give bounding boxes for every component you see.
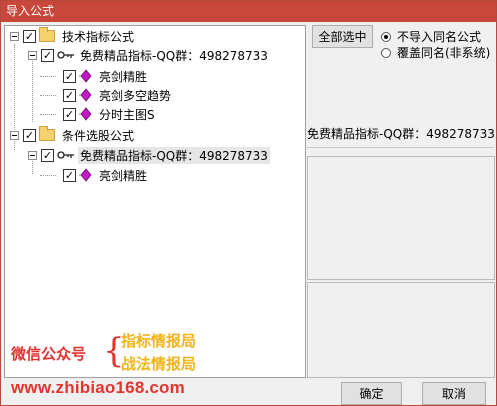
- tree-checkbox[interactable]: ✓: [63, 69, 76, 83]
- collapse-toggle-icon[interactable]: [10, 31, 19, 41]
- tree-folder-stock-screening[interactable]: ✓ 条件选股公式: [10, 126, 136, 144]
- tree-node-label: 分时主图S: [99, 107, 155, 122]
- selected-formula-info: 免费精品指标-QQ群：498278733: [307, 127, 495, 141]
- tree-item-fenshi-zhutu[interactable]: ✓ 分时主图S: [63, 105, 157, 123]
- cancel-button[interactable]: 取消: [422, 382, 486, 405]
- radio-overwrite-same-name[interactable]: 覆盖同名(非系统): [381, 44, 490, 61]
- promo-url: www.zhibiao168.com: [11, 378, 185, 397]
- tree-node-label: 亮剑精胜: [99, 69, 148, 84]
- tree-checkbox[interactable]: ✓: [23, 128, 36, 142]
- folder-icon: [39, 126, 55, 141]
- divider: [307, 147, 494, 148]
- tree-checkbox[interactable]: ✓: [63, 168, 76, 182]
- radio-button[interactable]: [381, 47, 391, 58]
- tree-item-liangjian-jingsheng-screening[interactable]: ✓ 亮剑精胜: [63, 166, 149, 184]
- key-icon: [57, 151, 74, 159]
- formula-gem-icon: [79, 107, 92, 121]
- tree-line: [40, 95, 56, 96]
- tree-item-free-premium[interactable]: ✓ 免费精品指标-QQ群：498278733: [28, 46, 270, 64]
- tree-line: [40, 76, 56, 77]
- select-all-button[interactable]: 全部选中: [312, 25, 373, 48]
- ok-button[interactable]: 确定: [341, 382, 402, 405]
- tree-checkbox[interactable]: ✓: [63, 88, 76, 102]
- collapse-toggle-icon[interactable]: [28, 50, 37, 60]
- import-formula-dialog: 导入公式 ✓ 技术指标公式 ✓ 免费精品指标-QQ群：498278733 ✓ 亮…: [0, 0, 497, 406]
- collapse-toggle-icon[interactable]: [10, 130, 19, 140]
- radio-skip-same-name[interactable]: 不导入同名公式: [381, 28, 481, 45]
- tree-node-label: 技术指标公式: [62, 29, 135, 44]
- folder-icon: [39, 27, 55, 42]
- tree-node-label: 免费精品指标-QQ群：498278733: [78, 146, 270, 164]
- formula-gem-icon: [79, 168, 92, 182]
- tree-node-label: 亮剑精胜: [99, 168, 148, 183]
- formula-tree[interactable]: ✓ 技术指标公式 ✓ 免费精品指标-QQ群：498278733 ✓ 亮剑精胜 ✓…: [4, 25, 306, 378]
- formula-gem-icon: [79, 88, 92, 102]
- radio-button[interactable]: [381, 31, 391, 42]
- tree-node-label: 亮剑多空趋势: [99, 88, 172, 103]
- promo-line-1: 指标情报局: [121, 332, 197, 350]
- radio-label: 不导入同名公式: [397, 30, 482, 44]
- collapse-toggle-icon[interactable]: [28, 150, 37, 160]
- promo-wechat-label: 微信公众号: [11, 345, 87, 363]
- tree-checkbox[interactable]: ✓: [23, 29, 36, 43]
- tree-node-label: 条件选股公式: [62, 128, 135, 143]
- formula-gem-icon: [79, 69, 92, 83]
- tree-item-free-premium-screening[interactable]: ✓ 免费精品指标-QQ群：498278733: [28, 146, 270, 164]
- tree-line: [40, 175, 56, 176]
- tree-checkbox[interactable]: ✓: [41, 48, 54, 62]
- promo-line-2: 战法情报局: [121, 355, 197, 373]
- tree-line: [40, 114, 56, 115]
- window-title: 导入公式: [1, 1, 496, 22]
- tree-checkbox[interactable]: ✓: [41, 148, 54, 162]
- tree-item-liangjian-jingsheng[interactable]: ✓ 亮剑精胜: [63, 67, 149, 85]
- promo-watermark: 微信公众号 { 指标情报局 战法情报局: [11, 330, 231, 374]
- tree-item-liangjian-duokong[interactable]: ✓ 亮剑多空趋势: [63, 86, 173, 104]
- tree-folder-tech-indicators[interactable]: ✓ 技术指标公式: [10, 27, 136, 45]
- formula-detail-panel: [307, 282, 495, 378]
- tree-node-label: 免费精品指标-QQ群：498278733: [80, 48, 268, 63]
- tree-checkbox[interactable]: ✓: [63, 107, 76, 121]
- formula-description-panel: [307, 156, 495, 280]
- radio-label: 覆盖同名(非系统): [397, 46, 491, 60]
- key-icon: [57, 51, 74, 59]
